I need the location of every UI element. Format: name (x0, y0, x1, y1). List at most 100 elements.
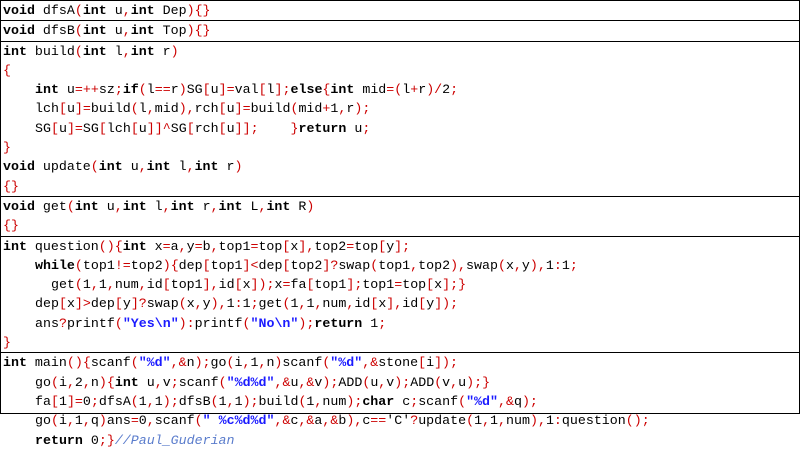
code-token: SG (186, 82, 203, 98)
code-token: scanf (178, 374, 219, 390)
code-token: , (226, 393, 235, 409)
code-token: int (82, 43, 107, 59)
code-token: = (162, 238, 171, 254)
code-token: ); (394, 374, 411, 390)
code-token: ]= (66, 393, 83, 409)
code-token: ( (242, 315, 251, 331)
code-token: == (370, 413, 387, 429)
code-token: y (386, 238, 395, 254)
code-token: ], (386, 296, 403, 312)
code-line: go(i,2,n){int u,v;scanf("%d%d",&u,&v);AD… (1, 373, 799, 392)
code-line: int u=++sz;if(l==r)SG[u]=val[l];else{int… (1, 80, 799, 99)
code-token: != (114, 257, 131, 273)
code-token: id (402, 296, 419, 312)
code-token: =++ (74, 82, 99, 98)
code-token: id (354, 296, 371, 312)
code-token: char (362, 393, 395, 409)
code-token: ; (569, 257, 578, 273)
code-token: r (418, 82, 427, 98)
code-token: ), (178, 101, 195, 117)
code-token: build (26, 43, 75, 59)
code-token: 1 (362, 315, 379, 331)
code-token: l (266, 82, 275, 98)
code-token: u (106, 3, 123, 18)
code-token: ( (130, 101, 139, 117)
code-token: [ (98, 120, 107, 136)
code-token: top (258, 238, 283, 254)
code-token: [ (58, 296, 67, 312)
code-token: 1 (154, 393, 163, 409)
code-token: r (154, 43, 171, 59)
code-token: ) (98, 413, 107, 429)
code-token: ), (450, 257, 467, 273)
code-token: dep (90, 296, 115, 312)
code-token: u (458, 374, 467, 390)
code-token: mid (354, 82, 387, 98)
code-line: SG[u]=SG[lch[u]]^SG[rch[u]]; }return u; (1, 119, 799, 138)
code-token: printf (66, 315, 115, 331)
code-token: u (346, 120, 363, 136)
code-line: dep[x]>dep[y]?swap(x,y),1:1;get(1,1,num,… (1, 294, 799, 313)
code-line: return 0;}//Paul_Guderian (1, 431, 799, 450)
code-token: ( (74, 3, 83, 18)
code-line: { (1, 61, 799, 80)
code-token: "%d" (466, 393, 498, 409)
code-token: int (3, 238, 27, 254)
code-token: return (298, 120, 347, 136)
code-token: dfsA (98, 393, 131, 409)
code-line: void update(int u,int l,int r) (1, 157, 799, 176)
code-token: = (130, 413, 139, 429)
code-token: [ (202, 257, 211, 273)
code-token: ;} (98, 432, 115, 448)
code-token: , (146, 393, 155, 409)
code-token: main (26, 355, 67, 371)
code-token: R (290, 198, 307, 214)
code-token: y (122, 296, 131, 312)
code-token: [ (258, 82, 267, 98)
code-token: y (521, 257, 530, 273)
code-token: x (146, 238, 163, 254)
code-token: 'C' (386, 413, 411, 429)
code-token: ( (210, 393, 219, 409)
code-token: ( (50, 374, 59, 390)
code-token: ]? (130, 296, 147, 312)
code-line: lch[u]=build(l,mid),rch[u]=build(mid+1,r… (1, 99, 799, 118)
code-token: u (138, 374, 155, 390)
code-token: , (66, 413, 75, 429)
code-token: [ (202, 82, 211, 98)
code-token: fa (35, 393, 51, 409)
code-line: void dfsA(int u,int Dep){} (1, 1, 799, 20)
code-token: ]; (274, 82, 291, 98)
code-token: ,& (498, 393, 514, 409)
code-token: v (442, 374, 451, 390)
code-token: a (170, 238, 179, 254)
code-token: ) (170, 43, 179, 59)
code-token: void (3, 198, 35, 214)
code-token: ,& (274, 374, 291, 390)
code-token: ]); (434, 296, 459, 312)
code-token: u (226, 101, 235, 117)
code-token: ; (250, 296, 259, 312)
code-token: swap (338, 257, 371, 273)
code-token: ( (74, 23, 83, 39)
code-token: rch (194, 120, 219, 136)
code-token: 0 (82, 393, 91, 409)
code-token: x (186, 296, 195, 312)
code-token: update (418, 413, 467, 429)
code-token: ,& (322, 413, 339, 429)
code-token: update (34, 159, 91, 175)
code-token: "No\n" (250, 315, 299, 331)
code-token: {} (3, 178, 19, 194)
code-token: int (330, 82, 355, 98)
code-token: rch (194, 101, 219, 117)
code-line: void dfsB(int u,int Top){} (1, 20, 799, 40)
code-line: get(1,1,num,id[top1],id[x]);x=fa[top1];t… (1, 275, 799, 294)
code-token: 1 (226, 296, 235, 312)
code-token: build (250, 101, 291, 117)
code-token: b (338, 413, 347, 429)
code-token: , (210, 238, 219, 254)
code-token: (); (625, 413, 650, 429)
code-token: top2 (418, 257, 451, 273)
code-token: ) (178, 82, 187, 98)
code-token: num (114, 277, 139, 293)
